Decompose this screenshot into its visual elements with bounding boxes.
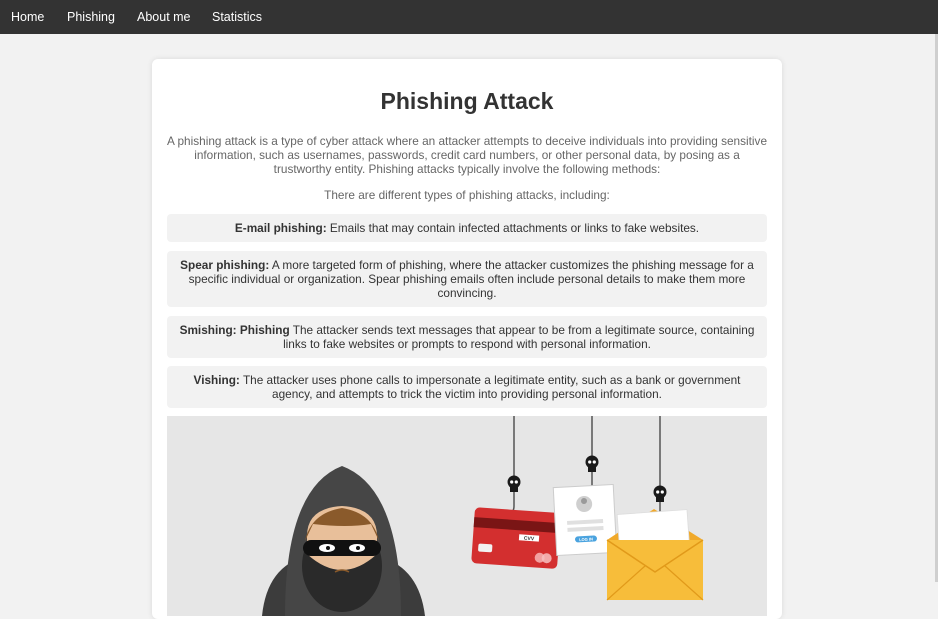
hacker-phishing-illustration: CVV LOG IN xyxy=(262,416,704,616)
nav-link-home[interactable]: Home xyxy=(11,0,44,34)
card-cvv-label: CVV xyxy=(524,536,535,543)
credit-card-icon: CVV xyxy=(471,507,561,569)
skull-icon xyxy=(507,475,521,492)
phishing-illustration: CVV LOG IN xyxy=(167,416,767,616)
method-description: The attacker uses phone calls to imperso… xyxy=(239,373,741,401)
login-button-label: LOG IN xyxy=(579,536,593,542)
method-item-smishing: Smishing: Phishing The attacker sends te… xyxy=(167,316,767,358)
method-description: Emails that may contain infected attachm… xyxy=(326,221,700,235)
top-navbar: Home Phishing About me Statistics xyxy=(0,0,938,34)
nav-link-about-me[interactable]: About me xyxy=(137,0,191,34)
nav-link-statistics[interactable]: Statistics xyxy=(212,0,262,34)
hacker-icon xyxy=(262,466,425,616)
method-item-spear-phishing: Spear phishing: A more targeted form of … xyxy=(167,251,767,307)
page-title: Phishing Attack xyxy=(380,88,554,114)
skull-icon xyxy=(653,485,667,502)
method-name: E-mail phishing: xyxy=(234,221,327,235)
method-name: Vishing: xyxy=(193,373,240,387)
hook-icon xyxy=(506,492,515,514)
envelope-icon xyxy=(606,509,704,601)
types-intro-text: There are different types of phishing at… xyxy=(324,188,610,202)
intro-paragraph: A phishing attack is a type of cyber att… xyxy=(167,134,767,176)
method-name: Spear phishing: xyxy=(180,258,270,272)
content-card: Phishing Attack A phishing attack is a t… xyxy=(152,59,782,619)
method-name: Smishing: Phishing xyxy=(179,323,290,337)
method-description: A more targeted form of phishing, where … xyxy=(188,258,754,300)
method-item-email-phishing: E-mail phishing: Emails that may contain… xyxy=(167,214,767,242)
skull-icon xyxy=(585,455,599,472)
method-item-vishing: Vishing: The attacker uses phone calls t… xyxy=(167,366,767,408)
method-description: The attacker sends text messages that ap… xyxy=(283,323,755,351)
nav-link-phishing[interactable]: Phishing xyxy=(67,0,115,34)
